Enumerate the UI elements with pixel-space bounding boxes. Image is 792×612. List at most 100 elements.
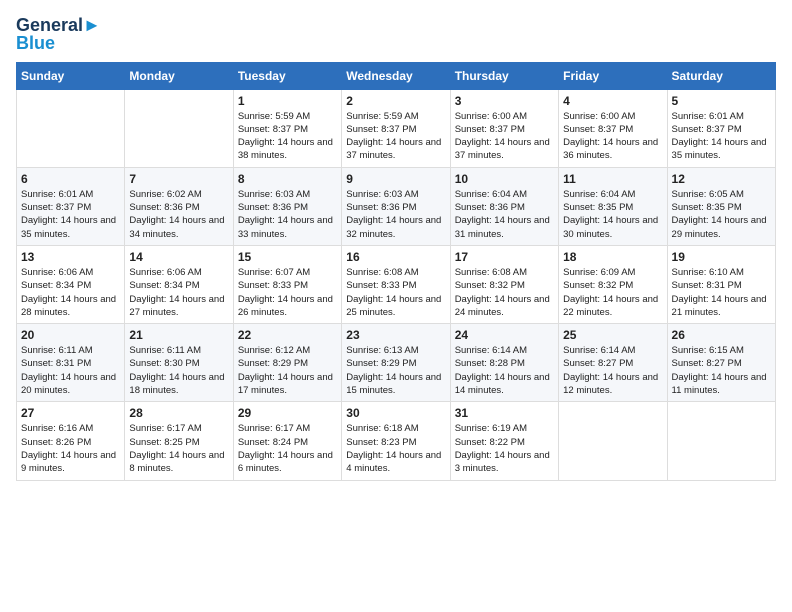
- calendar-cell: 12 Sunrise: 6:05 AM Sunset: 8:35 PM Dayli…: [667, 167, 775, 245]
- cell-content: Sunrise: 6:00 AM Sunset: 8:37 PM Dayligh…: [563, 110, 662, 163]
- calendar-cell: 9Sunrise: 6:03 AM Sunset: 8:36 PM Daylig…: [342, 167, 450, 245]
- calendar-cell: 17 Sunrise: 6:08 AM Sunset: 8:32 PM Dayli…: [450, 245, 558, 323]
- day-number: 31: [455, 406, 554, 420]
- logo: General► Blue: [16, 16, 101, 54]
- calendar-cell: 4 Sunrise: 6:00 AM Sunset: 8:37 PM Daylig…: [559, 89, 667, 167]
- calendar-cell: 11 Sunrise: 6:04 AM Sunset: 8:35 PM Dayli…: [559, 167, 667, 245]
- logo-blue: Blue: [16, 34, 101, 54]
- calendar-cell: 29Sunrise: 6:17 AM Sunset: 8:24 PM Dayli…: [233, 402, 341, 480]
- day-number: 18: [563, 250, 662, 264]
- day-number: 10: [455, 172, 554, 186]
- cell-content: Sunrise: 6:19 AM Sunset: 8:22 PM Dayligh…: [455, 422, 554, 475]
- day-number: 16: [346, 250, 445, 264]
- weekday-header-monday: Monday: [125, 62, 233, 89]
- cell-content: Sunrise: 5:59 AM Sunset: 8:37 PM Dayligh…: [346, 110, 445, 163]
- calendar-cell: 3Sunrise: 6:00 AM Sunset: 8:37 PM Daylig…: [450, 89, 558, 167]
- calendar-cell: 20 Sunrise: 6:11 AM Sunset: 8:31 PM Dayli…: [17, 324, 125, 402]
- cell-content: Sunrise: 6:04 AM Sunset: 8:36 PM Dayligh…: [455, 188, 554, 241]
- day-number: 17: [455, 250, 554, 264]
- calendar-cell: [125, 89, 233, 167]
- cell-content: Sunrise: 6:08 AM Sunset: 8:33 PM Dayligh…: [346, 266, 445, 319]
- calendar-cell: 21 Sunrise: 6:11 AM Sunset: 8:30 PM Dayli…: [125, 324, 233, 402]
- day-number: 22: [238, 328, 337, 342]
- cell-content: Sunrise: 6:14 AM Sunset: 8:28 PM Dayligh…: [455, 344, 554, 397]
- week-row-5: 27 Sunrise: 6:16 AM Sunset: 8:26 PM Dayli…: [17, 402, 776, 480]
- calendar-cell: 5 Sunrise: 6:01 AM Sunset: 8:37 PM Daylig…: [667, 89, 775, 167]
- week-row-4: 20 Sunrise: 6:11 AM Sunset: 8:31 PM Dayli…: [17, 324, 776, 402]
- calendar-cell: 8Sunrise: 6:03 AM Sunset: 8:36 PM Daylig…: [233, 167, 341, 245]
- day-number: 28: [129, 406, 228, 420]
- weekday-header-wednesday: Wednesday: [342, 62, 450, 89]
- calendar-cell: 25 Sunrise: 6:14 AM Sunset: 8:27 PM Dayli…: [559, 324, 667, 402]
- day-number: 11: [563, 172, 662, 186]
- cell-content: Sunrise: 6:18 AM Sunset: 8:23 PM Dayligh…: [346, 422, 445, 475]
- day-number: 6: [21, 172, 120, 186]
- weekday-header-friday: Friday: [559, 62, 667, 89]
- weekday-header-tuesday: Tuesday: [233, 62, 341, 89]
- calendar-cell: [559, 402, 667, 480]
- cell-content: Sunrise: 6:01 AM Sunset: 8:37 PM Dayligh…: [21, 188, 120, 241]
- calendar-cell: [667, 402, 775, 480]
- weekday-header-sunday: Sunday: [17, 62, 125, 89]
- day-number: 12: [672, 172, 771, 186]
- day-number: 15: [238, 250, 337, 264]
- calendar-cell: 13 Sunrise: 6:06 AM Sunset: 8:34 PM Dayli…: [17, 245, 125, 323]
- day-number: 19: [672, 250, 771, 264]
- day-number: 4: [563, 94, 662, 108]
- day-number: 29: [238, 406, 337, 420]
- week-row-1: 1Sunrise: 5:59 AM Sunset: 8:37 PM Daylig…: [17, 89, 776, 167]
- calendar-cell: 30 Sunrise: 6:18 AM Sunset: 8:23 PM Dayli…: [342, 402, 450, 480]
- cell-content: Sunrise: 6:05 AM Sunset: 8:35 PM Dayligh…: [672, 188, 771, 241]
- cell-content: Sunrise: 6:14 AM Sunset: 8:27 PM Dayligh…: [563, 344, 662, 397]
- cell-content: Sunrise: 6:16 AM Sunset: 8:26 PM Dayligh…: [21, 422, 120, 475]
- weekday-header-row: SundayMondayTuesdayWednesdayThursdayFrid…: [17, 62, 776, 89]
- cell-content: Sunrise: 6:17 AM Sunset: 8:25 PM Dayligh…: [129, 422, 228, 475]
- week-row-3: 13 Sunrise: 6:06 AM Sunset: 8:34 PM Dayli…: [17, 245, 776, 323]
- cell-content: Sunrise: 6:08 AM Sunset: 8:32 PM Dayligh…: [455, 266, 554, 319]
- calendar-cell: 6 Sunrise: 6:01 AM Sunset: 8:37 PM Daylig…: [17, 167, 125, 245]
- cell-content: Sunrise: 5:59 AM Sunset: 8:37 PM Dayligh…: [238, 110, 337, 163]
- week-row-2: 6 Sunrise: 6:01 AM Sunset: 8:37 PM Daylig…: [17, 167, 776, 245]
- calendar-cell: 16 Sunrise: 6:08 AM Sunset: 8:33 PM Dayli…: [342, 245, 450, 323]
- day-number: 20: [21, 328, 120, 342]
- calendar-cell: 7 Sunrise: 6:02 AM Sunset: 8:36 PM Daylig…: [125, 167, 233, 245]
- day-number: 25: [563, 328, 662, 342]
- day-number: 26: [672, 328, 771, 342]
- calendar-cell: 1Sunrise: 5:59 AM Sunset: 8:37 PM Daylig…: [233, 89, 341, 167]
- calendar-cell: 18 Sunrise: 6:09 AM Sunset: 8:32 PM Dayli…: [559, 245, 667, 323]
- day-number: 21: [129, 328, 228, 342]
- calendar-table: SundayMondayTuesdayWednesdayThursdayFrid…: [16, 62, 776, 481]
- calendar-cell: 14Sunrise: 6:06 AM Sunset: 8:34 PM Dayli…: [125, 245, 233, 323]
- calendar-cell: 10 Sunrise: 6:04 AM Sunset: 8:36 PM Dayli…: [450, 167, 558, 245]
- weekday-header-thursday: Thursday: [450, 62, 558, 89]
- calendar-cell: 26 Sunrise: 6:15 AM Sunset: 8:27 PM Dayli…: [667, 324, 775, 402]
- day-number: 5: [672, 94, 771, 108]
- day-number: 27: [21, 406, 120, 420]
- day-number: 30: [346, 406, 445, 420]
- cell-content: Sunrise: 6:02 AM Sunset: 8:36 PM Dayligh…: [129, 188, 228, 241]
- cell-content: Sunrise: 6:06 AM Sunset: 8:34 PM Dayligh…: [129, 266, 228, 319]
- cell-content: Sunrise: 6:09 AM Sunset: 8:32 PM Dayligh…: [563, 266, 662, 319]
- calendar-cell: 2Sunrise: 5:59 AM Sunset: 8:37 PM Daylig…: [342, 89, 450, 167]
- cell-content: Sunrise: 6:11 AM Sunset: 8:31 PM Dayligh…: [21, 344, 120, 397]
- calendar-cell: 28 Sunrise: 6:17 AM Sunset: 8:25 PM Dayli…: [125, 402, 233, 480]
- cell-content: Sunrise: 6:04 AM Sunset: 8:35 PM Dayligh…: [563, 188, 662, 241]
- day-number: 23: [346, 328, 445, 342]
- cell-content: Sunrise: 6:03 AM Sunset: 8:36 PM Dayligh…: [346, 188, 445, 241]
- calendar-cell: 24 Sunrise: 6:14 AM Sunset: 8:28 PM Dayli…: [450, 324, 558, 402]
- weekday-header-saturday: Saturday: [667, 62, 775, 89]
- day-number: 13: [21, 250, 120, 264]
- cell-content: Sunrise: 6:10 AM Sunset: 8:31 PM Dayligh…: [672, 266, 771, 319]
- day-number: 24: [455, 328, 554, 342]
- cell-content: Sunrise: 6:15 AM Sunset: 8:27 PM Dayligh…: [672, 344, 771, 397]
- cell-content: Sunrise: 6:03 AM Sunset: 8:36 PM Dayligh…: [238, 188, 337, 241]
- calendar-cell: [17, 89, 125, 167]
- cell-content: Sunrise: 6:11 AM Sunset: 8:30 PM Dayligh…: [129, 344, 228, 397]
- day-number: 7: [129, 172, 228, 186]
- cell-content: Sunrise: 6:06 AM Sunset: 8:34 PM Dayligh…: [21, 266, 120, 319]
- calendar-cell: 22Sunrise: 6:12 AM Sunset: 8:29 PM Dayli…: [233, 324, 341, 402]
- calendar-cell: 19 Sunrise: 6:10 AM Sunset: 8:31 PM Dayli…: [667, 245, 775, 323]
- calendar-cell: 27 Sunrise: 6:16 AM Sunset: 8:26 PM Dayli…: [17, 402, 125, 480]
- calendar-cell: 15Sunrise: 6:07 AM Sunset: 8:33 PM Dayli…: [233, 245, 341, 323]
- cell-content: Sunrise: 6:01 AM Sunset: 8:37 PM Dayligh…: [672, 110, 771, 163]
